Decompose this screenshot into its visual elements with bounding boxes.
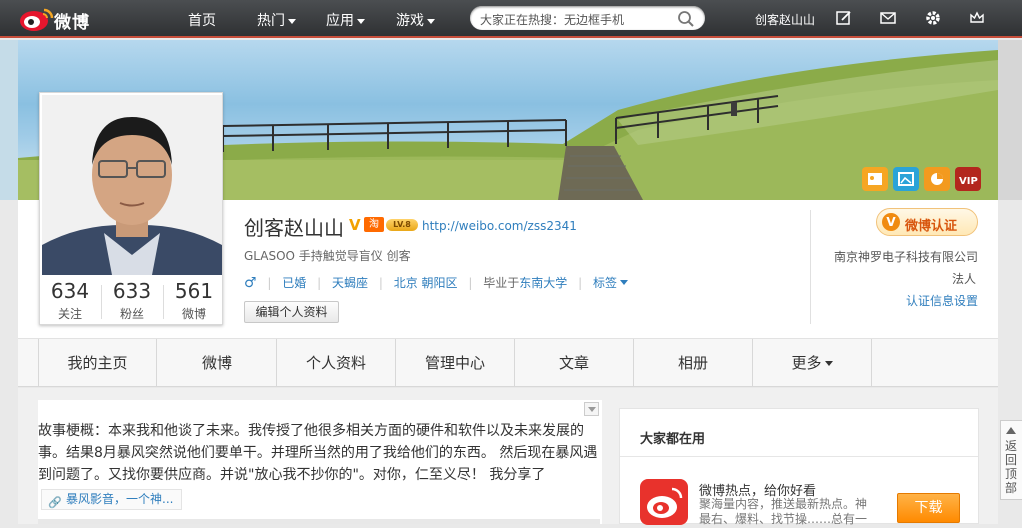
weibo-app-icon[interactable] (640, 479, 688, 525)
feed-post: 故事梗概：本来我和他谈了未来。我传授了他很多相关方面的硬件和软件以及未来发展的事… (38, 400, 602, 524)
separator: | (317, 275, 322, 290)
profile-divider (810, 210, 811, 324)
verify-label: 微博认证 (905, 219, 958, 234)
nav-hot[interactable]: 热门 (257, 10, 296, 30)
nav-home-label: 首页 (188, 13, 216, 29)
crown-icon[interactable] (968, 9, 986, 27)
location-link[interactable]: 北京 朝阳区 (394, 274, 458, 291)
verify-v-icon: V (882, 213, 900, 231)
relationship-link[interactable]: 已婚 (282, 274, 306, 291)
caret-down-icon (357, 18, 365, 24)
gear-icon[interactable] (924, 9, 942, 27)
username-link[interactable]: 创客赵山山 (755, 11, 815, 28)
verify-company: 南京神罗电子科技有限公司 (833, 250, 978, 264)
stat-fans-count: 633 (112, 279, 152, 303)
stat-posts-count: 561 (174, 279, 214, 303)
tab-manage[interactable]: 管理中心 (396, 339, 515, 387)
nav-home[interactable]: 首页 (188, 10, 216, 30)
tags-label: 标签 (592, 276, 617, 290)
search-icon[interactable] (677, 10, 695, 28)
tab-more[interactable]: 更多 (753, 339, 872, 387)
app-description: 聚海量内容，推送最新热点。神最右、爆料、找节操……总有一 (699, 497, 868, 526)
stat-posts[interactable]: 561 微博 (164, 279, 224, 322)
school-prefix: 毕业于 (483, 276, 520, 290)
verify-role: 法人 (951, 272, 976, 286)
back-to-top-label: 返回顶部 (1005, 439, 1018, 495)
nav-games-label: 游戏 (396, 13, 424, 29)
caret-down-icon (288, 18, 296, 24)
tab-profile-info[interactable]: 个人资料 (277, 339, 396, 387)
shared-link-card[interactable]: 🔗 暴风影音，一个神... (41, 489, 183, 510)
nav-hot-label: 热门 (257, 13, 285, 29)
search-hot-text: 大家正在热搜：无边框手机 (480, 13, 625, 27)
tab-album[interactable]: 相册 (634, 339, 753, 387)
stat-fans[interactable]: 633 粉丝 (102, 279, 162, 322)
avatar[interactable] (42, 95, 222, 275)
stat-following-count: 634 (50, 279, 90, 303)
search-input[interactable]: 大家正在热搜：无边框手机 (470, 6, 705, 30)
photo-badge-icon[interactable] (893, 167, 919, 191)
nav-apps[interactable]: 应用 (326, 10, 365, 30)
edit-profile-button[interactable]: 编辑个人资料 (244, 301, 339, 323)
nav-apps-label: 应用 (326, 13, 354, 29)
post-text: 故事梗概：本来我和他谈了未来。我传授了他很多相关方面的硬件和软件以及未来发展的事… (38, 423, 598, 483)
post-menu-button[interactable] (584, 402, 599, 416)
level-badge[interactable]: LV.8 (386, 219, 418, 231)
mail-icon[interactable] (879, 9, 897, 27)
panel-divider (620, 456, 978, 457)
separator: | (378, 275, 383, 290)
nav-games[interactable]: 游戏 (396, 10, 435, 30)
compose-icon[interactable] (835, 9, 853, 27)
shared-link-label: 暴风影音，一个神... (66, 492, 174, 506)
stat-following-label: 关注 (57, 307, 82, 321)
separator: | (468, 275, 473, 290)
link-icon: 🔗 (48, 496, 62, 509)
panel-title: 大家都在用 (640, 432, 706, 447)
tab-articles[interactable]: 文章 (515, 339, 634, 387)
stat-fans-label: 粉丝 (119, 307, 144, 321)
zodiac-link[interactable]: 天蝎座 (332, 274, 368, 291)
profile-tabs: 我的主页 微博 个人资料 管理中心 文章 相册 更多 (18, 338, 998, 387)
top-navbar: 微博 首页 热门 应用 游戏 大家正在热搜：无边框手机 创客赵山山 (0, 0, 1022, 38)
cover-left-edge (0, 40, 18, 200)
tab-more-label: 更多 (791, 354, 822, 372)
profile-intro: GLASOO 手持触觉导盲仪 创客 (244, 249, 411, 263)
separator: | (578, 275, 583, 290)
arrow-up-icon (1006, 427, 1016, 434)
stat-following[interactable]: 634 关注 (40, 279, 100, 322)
vip-badge-icon[interactable]: VIP (955, 167, 981, 191)
weibo-verify-badge[interactable]: V 微博认证 (876, 208, 978, 236)
svg-text:VIP: VIP (959, 176, 978, 187)
profile-url-link[interactable]: http://weibo.com/zss2341 (422, 219, 577, 233)
tags-dropdown[interactable]: 标签 (593, 274, 628, 291)
profile-name: 创客赵山山 (244, 216, 344, 240)
school-link[interactable]: 东南大学 (519, 274, 567, 291)
separator: | (267, 275, 272, 290)
recommended-apps-panel: 大家都在用 微博热点，给你好看 聚海量内容，推送最新热点。神最右、爆料、找节操…… (619, 408, 979, 526)
post-footer (38, 519, 600, 524)
verify-settings-link[interactable]: 认证信息设置 (906, 292, 978, 309)
caret-down-icon (619, 280, 628, 285)
cover-right-edge (998, 40, 1022, 200)
caret-down-icon (824, 361, 833, 366)
taobao-icon[interactable]: 淘 (364, 217, 384, 232)
logo-text[interactable]: 微博 (54, 8, 90, 33)
back-to-top-button[interactable]: 返回顶部 (1000, 420, 1022, 500)
pie-chart-badge-icon[interactable] (924, 167, 950, 191)
profile-info-row: ♂ | 已婚 | 天蝎座 | 北京 朝阳区 | 毕业于东南大学 | 标签 (244, 274, 628, 291)
male-gender-icon: ♂ (244, 274, 257, 291)
tab-weibo[interactable]: 微博 (158, 339, 277, 387)
verified-v-icon[interactable]: V (349, 216, 361, 234)
avatar-card: 634 关注 633 粉丝 561 微博 (39, 92, 223, 325)
download-button[interactable]: 下载 (897, 493, 960, 523)
caret-down-icon (427, 18, 435, 24)
chevron-down-icon (588, 407, 596, 412)
contact-badge-icon[interactable] (862, 167, 888, 191)
tab-home[interactable]: 我的主页 (38, 339, 157, 387)
stat-posts-label: 微博 (181, 307, 206, 321)
